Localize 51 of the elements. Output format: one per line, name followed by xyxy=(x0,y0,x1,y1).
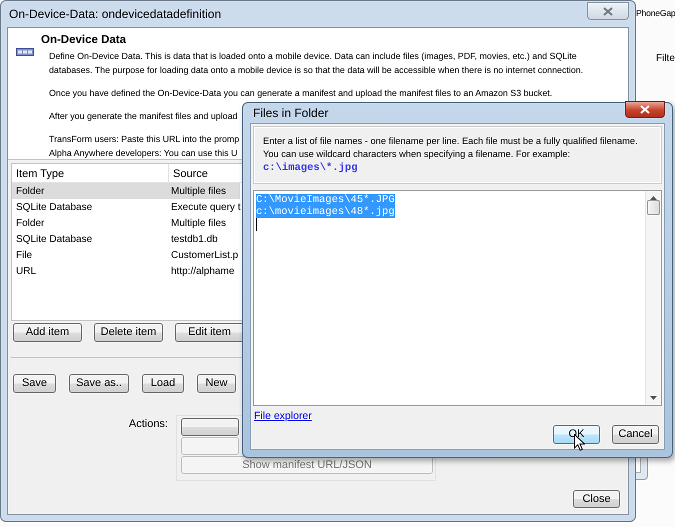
action-button[interactable]: Add item xyxy=(13,323,82,342)
table-cell-text: http://alphame xyxy=(170,264,236,278)
close-icon xyxy=(640,104,650,114)
action-button[interactable] xyxy=(181,418,239,436)
table-cell-text: Folder xyxy=(15,216,46,230)
table-row[interactable]: Folder Multiple files xyxy=(12,183,240,199)
dialog-button[interactable]: Cancel xyxy=(612,425,659,444)
dialog-title: Files in Folder xyxy=(253,105,328,122)
table-row[interactable]: Folder Multiple files xyxy=(12,215,240,231)
table-cell-text: SQLite Database xyxy=(15,232,94,246)
table-row[interactable]: SQLite Database testdb1.db xyxy=(12,231,240,247)
table-cell-text: CustomerList.p xyxy=(170,248,240,262)
section-title: On-Device Data xyxy=(41,33,128,48)
close-button[interactable] xyxy=(625,100,665,118)
table-cell-text: URL xyxy=(15,264,38,278)
file-button[interactable]: Save as.. xyxy=(69,374,129,393)
table-cell-text: File xyxy=(15,248,34,262)
table-cell-text: Multiple files xyxy=(170,216,228,230)
file-button[interactable]: Load xyxy=(142,374,184,393)
close-button[interactable]: Close xyxy=(573,490,620,508)
instruction-text: You can use wildcard characters when specifying a filename. For example: xyxy=(263,148,572,162)
column-header[interactable]: Source xyxy=(169,164,212,182)
example-text: c:\images\*.jpg xyxy=(263,161,359,176)
action-button[interactable]: Delete item xyxy=(94,323,163,342)
description-text: Once you have defined the On-Device-Data you can generate a manifest and upload the manifest files to an Amazon S3 bucket. xyxy=(49,87,552,100)
file-button[interactable]: New xyxy=(197,374,236,393)
table-row[interactable]: File CustomerList.p xyxy=(12,247,240,263)
instruction-text: Enter a list of file names - one filename per line. Each file must be a fully qualified filename. xyxy=(263,135,639,148)
table-cell-text: SQLite Database xyxy=(15,200,94,214)
description-text: TransForm users: Paste this URL into the promp xyxy=(49,133,240,146)
file-explorer-link[interactable]: File explorer xyxy=(254,410,312,422)
window-title: On-Device-Data: ondevicedatadefinition xyxy=(9,6,222,23)
file-button[interactable]: Save xyxy=(13,374,56,393)
close-icon xyxy=(603,6,613,16)
action-button[interactable]: Edit item xyxy=(175,323,244,342)
table-cell-text: Folder xyxy=(15,184,46,198)
actions-label: Actions: xyxy=(128,417,168,432)
table-row[interactable]: SQLite Database Execute query t xyxy=(12,199,240,215)
database-icon xyxy=(16,48,34,56)
description-text: Define On-Device Data. This is data that is loaded onto a mobile device. Data can include files (images, PDF, movies, etc.) and SQLite xyxy=(49,50,577,64)
table-cell-text: Multiple files xyxy=(170,184,228,198)
window-title: PhoneGap xyxy=(636,7,675,20)
dialog-button[interactable]: OK xyxy=(553,425,600,444)
filter-label: Filte xyxy=(656,52,675,66)
description-text: Alpha Anywhere developers: You can use this U xyxy=(49,147,238,160)
table-cell-text: Execute query t xyxy=(170,200,242,214)
column-header[interactable]: Item Type xyxy=(12,164,169,182)
description-text: After you generate the manifest files and upload xyxy=(49,110,238,124)
description-text: databases. The purpose for loading data onto a mobile device is so that the data will be accessible when there is no internet connection. xyxy=(49,64,584,78)
table-row[interactable]: URL http://alphame xyxy=(12,263,240,279)
table-cell-text: testdb1.db xyxy=(170,232,219,246)
